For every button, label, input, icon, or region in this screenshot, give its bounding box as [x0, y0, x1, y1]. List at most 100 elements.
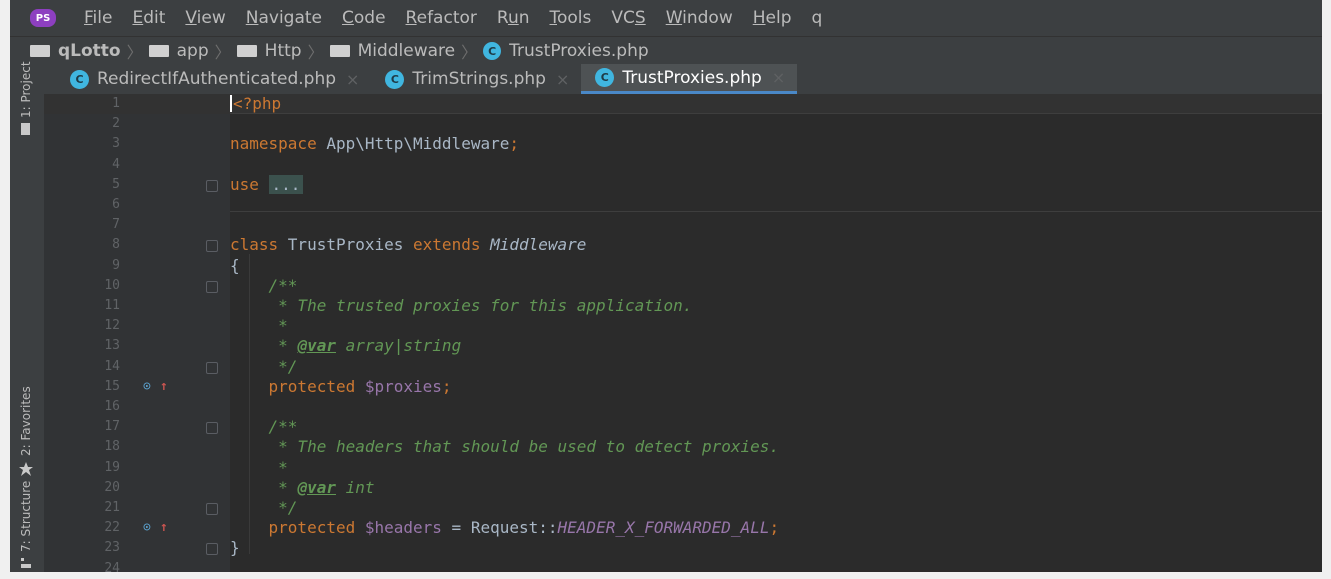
code-text: use ...	[230, 174, 304, 195]
breadcrumb-folder-label: Middleware	[357, 41, 456, 61]
menu-mnemonic: E	[132, 8, 144, 28]
fold-collapse-icon[interactable]	[206, 240, 218, 253]
close-tab-icon[interactable]: ×	[772, 68, 785, 87]
menu-item[interactable]: Tools	[550, 8, 592, 28]
line-number: 7	[112, 217, 120, 233]
menu-item[interactable]: Edit	[132, 8, 165, 28]
menu-item[interactable]: VCS	[611, 8, 645, 28]
fold-end-icon[interactable]	[206, 543, 218, 556]
folded-imports[interactable]: ...	[268, 174, 304, 194]
overrides-icon[interactable]: ⊙	[143, 518, 151, 538]
code-editor[interactable]: 1 <?php 2 3 namespace App\Http\Middleware; 4 5…	[44, 94, 1322, 572]
chevron-right-icon: 〉	[214, 43, 231, 62]
line-number: 16	[104, 399, 120, 414]
close-tab-icon[interactable]: ×	[556, 70, 569, 89]
close-tab-icon[interactable]: ×	[346, 70, 359, 89]
code-token: protected	[230, 376, 365, 396]
php-class-file-icon: C	[70, 69, 89, 89]
star-icon	[19, 462, 33, 476]
code-line: 15 ⊙ ↑ protected $proxies;	[44, 377, 1322, 397]
menu-mnemonic: W	[665, 8, 683, 28]
toolwindow-structure-button[interactable]: 7: Structure	[10, 481, 44, 572]
code-token: Middleware	[490, 235, 587, 255]
menu-item[interactable]: Help	[753, 8, 792, 28]
breadcrumb-folder-label: app	[176, 41, 209, 61]
phpstorm-logo-icon: PS	[30, 9, 56, 27]
menu-item[interactable]: Window	[666, 8, 733, 28]
code-token: ;	[441, 376, 452, 396]
code-token: *	[230, 336, 298, 356]
menu-mnemonic: S	[634, 8, 646, 28]
code-line: 2	[44, 114, 1322, 134]
toolwindow-project-button[interactable]: 1: Project	[10, 61, 44, 139]
chevron-right-icon: 〉	[461, 43, 478, 62]
menu-item[interactable]: View	[185, 8, 225, 28]
editor-tab[interactable]: C TrimStrings.php ×	[371, 64, 581, 94]
menu-item[interactable]: Code	[342, 8, 386, 28]
code-text: {	[230, 256, 240, 276]
breadcrumb-project[interactable]: qLotto	[30, 41, 121, 61]
code-text: * The trusted proxies for this applicati…	[230, 296, 692, 316]
code-line: 16	[44, 397, 1322, 417]
editor-tab[interactable]: C TrustProxies.php ×	[581, 64, 798, 94]
code-line: 18 * The headers that should be used to …	[44, 437, 1322, 457]
menu-item-rest: iew	[196, 8, 226, 28]
php-class-file-icon: C	[595, 68, 615, 87]
code-text: * @var int	[230, 478, 374, 498]
code-token: @var	[297, 336, 336, 356]
fold-end-icon[interactable]	[206, 361, 218, 374]
menu-item-rest: efactor	[416, 8, 477, 28]
breadcrumb-file[interactable]: C TrustProxies.php	[483, 41, 649, 61]
fold-collapse-icon[interactable]	[206, 179, 218, 192]
code-token: HEADER_X_FORWARDED_ALL	[557, 518, 770, 538]
code-text: <?php	[230, 94, 281, 114]
breadcrumb-folder[interactable]: Http	[236, 41, 302, 61]
line-number: 19	[104, 459, 120, 475]
code-line: 13 * @var array|string	[44, 336, 1322, 356]
code-token: Request	[470, 518, 539, 538]
tab-label: RedirectIfAuthenticated.php	[97, 69, 337, 89]
breadcrumb-folder[interactable]: Middleware	[329, 41, 456, 61]
breadcrumb-folder[interactable]: app	[148, 41, 209, 61]
line-number: 23	[104, 540, 120, 556]
menu-mnemonic: F	[84, 8, 93, 28]
code-token: ;	[509, 134, 519, 154]
toolwindow-favorites-button[interactable]: 2: Favorites	[10, 386, 44, 476]
menu-mnemonic: N	[245, 8, 259, 28]
code-line: 3 namespace App\Http\Middleware;	[44, 134, 1322, 154]
menu-item[interactable]: Refactor	[406, 8, 477, 28]
editor-tab[interactable]: C RedirectIfAuthenticated.php ×	[56, 64, 371, 94]
structure-icon	[21, 558, 31, 568]
code-token: =	[441, 518, 471, 538]
menu-item-prefix: q	[811, 8, 823, 28]
line-number: 21	[104, 500, 120, 515]
code-line: 5 use ...	[44, 174, 1322, 195]
code-line: 6	[44, 195, 1322, 215]
menu-item[interactable]: File	[84, 8, 112, 28]
line-number: 18	[104, 439, 120, 455]
code-line: 11 * The trusted proxies for this applic…	[44, 296, 1322, 316]
menu-item[interactable]: Run	[497, 8, 530, 28]
line-number: 4	[112, 156, 120, 172]
line-number: 8	[112, 237, 120, 253]
fold-collapse-icon[interactable]	[206, 422, 218, 435]
line-number: 6	[112, 197, 120, 212]
fold-collapse-icon[interactable]	[206, 280, 218, 293]
code-token: TrustProxies	[287, 235, 414, 255]
menu-item[interactable]: q	[812, 8, 823, 28]
folder-icon	[30, 45, 50, 57]
project-folder-icon	[21, 123, 30, 135]
chevron-right-icon: 〉	[126, 43, 143, 62]
code-token: App\Http\Middleware	[326, 134, 510, 154]
overrides-icon[interactable]: ⊙	[143, 377, 151, 397]
menu-item-prefix: VC	[611, 8, 635, 28]
menu-item-rest: ile	[92, 8, 113, 28]
fold-end-icon[interactable]	[206, 503, 218, 515]
code-token: */	[230, 356, 298, 376]
override-arrow-icon: ↑	[160, 520, 168, 536]
code-token: array|string	[335, 336, 462, 356]
menu-mnemonic: T	[549, 8, 558, 28]
menu-bar: PS File Edit View Navigate Code Refactor Run To…	[10, 0, 1322, 36]
menu-item[interactable]: Navigate	[246, 8, 322, 28]
line-number: 11	[104, 298, 120, 313]
